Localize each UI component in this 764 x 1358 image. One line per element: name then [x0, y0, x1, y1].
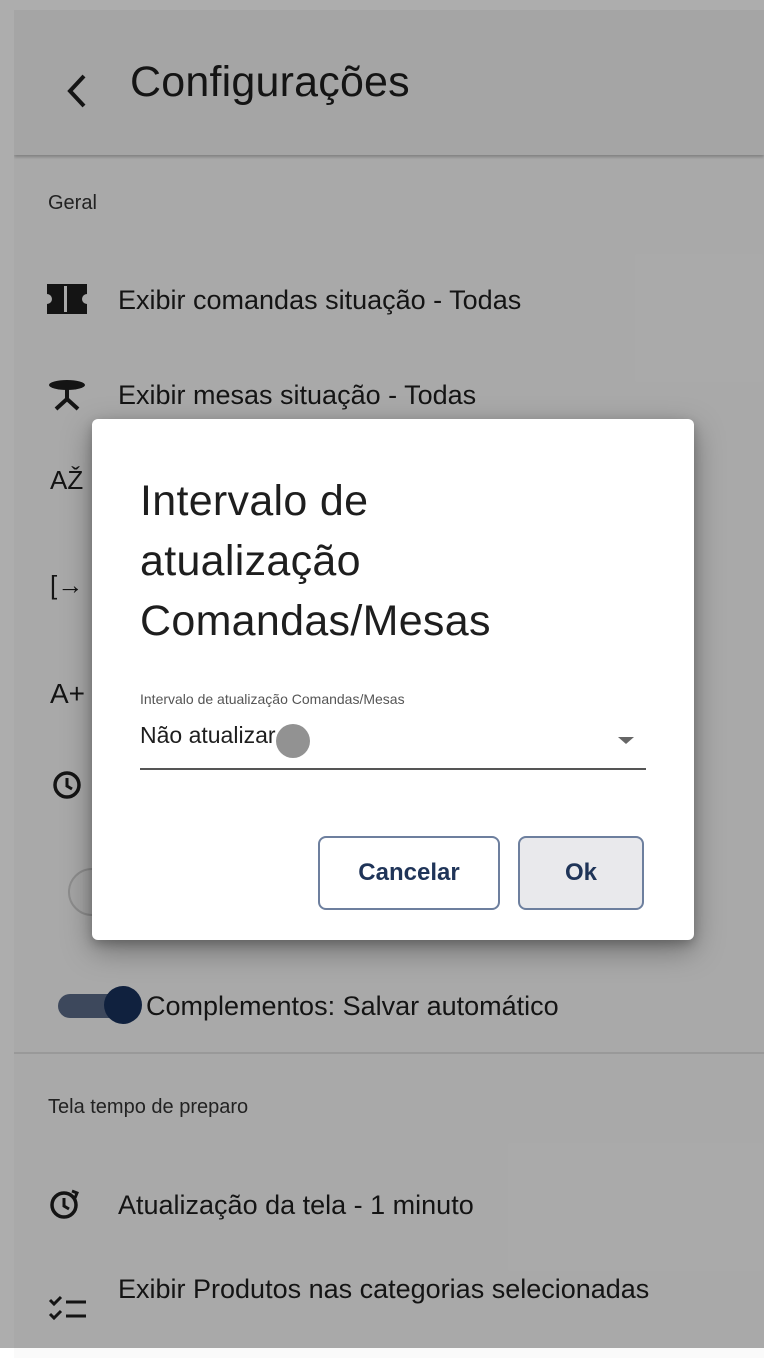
- select-field-underline: [140, 768, 646, 770]
- dialog-title: Intervalo de atualização Comandas/Mesas: [140, 477, 491, 645]
- select-field-value[interactable]: Não atualizar: [140, 722, 276, 749]
- refresh-interval-dialog: Intervalo de atualização Comandas/Mesas …: [92, 419, 694, 940]
- dropdown-arrow-icon[interactable]: [618, 737, 634, 744]
- cancel-button[interactable]: Cancelar: [318, 836, 500, 910]
- ok-button[interactable]: Ok: [518, 836, 644, 910]
- select-field-label: Intervalo de atualização Comandas/Mesas: [140, 691, 405, 707]
- touch-indicator: [276, 724, 310, 758]
